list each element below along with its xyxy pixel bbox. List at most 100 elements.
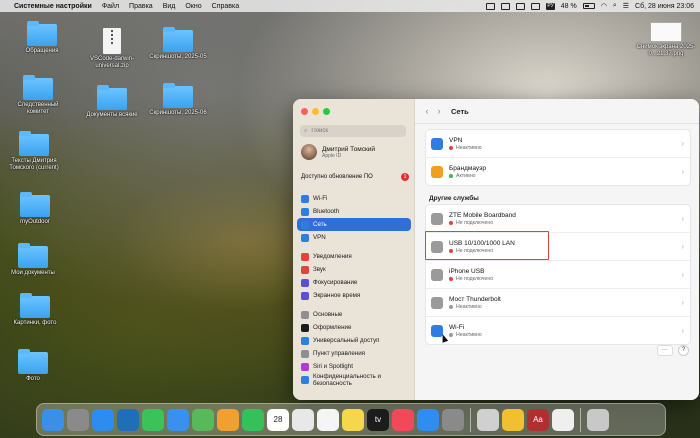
service-row[interactable]: Брандмауэр Активно ›	[426, 158, 690, 185]
wifi-status-icon[interactable]: ◠	[601, 2, 607, 10]
minimize-window-button[interactable]	[312, 108, 319, 115]
battery-icon[interactable]	[582, 3, 595, 9]
service-row[interactable]: VPN Неактивно ›	[426, 130, 690, 158]
vscode-icon[interactable]	[117, 408, 139, 431]
gear-icon	[301, 310, 309, 319]
sidebar-item[interactable]: Сеть	[297, 218, 411, 231]
sidebar-item[interactable]: Звук	[297, 263, 411, 276]
software-update-item[interactable]: Доступно обновление ПО 1	[301, 173, 409, 181]
keyboard-layout[interactable]: РУ	[546, 2, 555, 10]
sidebar-item[interactable]: Конфиденциальность и безопасность	[297, 373, 411, 387]
desktop-screenshot-file[interactable]: Снимок экрана 2025-0...21.37.png	[636, 22, 696, 58]
desktop-file[interactable]: VSCode-darwin-universal.zip	[82, 28, 142, 70]
menu-view[interactable]: Вид	[163, 3, 176, 10]
desktop-icon-label: Документы всякие	[86, 112, 138, 118]
apple-id-account[interactable]: Дмитрий Томский Apple ID	[301, 144, 375, 160]
search-icon: ⌕	[304, 127, 308, 134]
service-status-text: Активно	[456, 172, 476, 179]
status-dot-icon	[449, 173, 453, 178]
photos-icon[interactable]	[217, 408, 239, 431]
reminders-icon[interactable]	[317, 408, 339, 431]
launchpad-icon[interactable]	[67, 408, 89, 431]
service-name: Брандмауэр	[449, 164, 486, 172]
desktop-folder[interactable]: Мои документы	[3, 243, 63, 277]
forward-button[interactable]: ›	[433, 106, 445, 116]
sidebar-item-label: Фокусирование	[313, 279, 358, 286]
system-settings-icon[interactable]	[442, 408, 464, 431]
display-icon[interactable]	[501, 2, 511, 10]
sidebar-item[interactable]: Фокусирование	[297, 276, 411, 289]
desktop-folder[interactable]: Фото	[3, 349, 63, 383]
notes-icon[interactable]	[342, 408, 364, 431]
sidebar-item[interactable]: Универсальный доступ	[297, 334, 411, 347]
service-status-text: Неактивно	[456, 144, 482, 151]
menu-edit[interactable]: Правка	[129, 3, 153, 10]
back-button[interactable]: ‹	[421, 106, 433, 116]
control-center-icon[interactable]: ☰	[623, 2, 629, 10]
calendar-icon[interactable]: 28	[267, 408, 289, 431]
safari-icon[interactable]	[92, 408, 114, 431]
appletv-icon[interactable]: tv	[367, 408, 389, 431]
desktop-folder[interactable]: Следственный комитет	[8, 75, 68, 116]
zoom-window-button[interactable]	[323, 108, 330, 115]
desktop-folder[interactable]: Скриншоты, 2025-05	[148, 27, 208, 61]
service-name: Мост Thunderbolt	[449, 295, 501, 303]
chevron-right-icon: ›	[681, 139, 684, 148]
notifications-icon	[301, 252, 309, 261]
taurus-icon[interactable]	[502, 408, 524, 431]
desktop-folder[interactable]: myOutdoor	[5, 192, 65, 226]
chevron-right-icon: ›	[681, 270, 684, 279]
sidebar-item[interactable]: Экранное время	[297, 289, 411, 302]
mail-icon[interactable]	[167, 408, 189, 431]
menu-window[interactable]: Окно	[185, 3, 201, 10]
folder-icon	[27, 21, 57, 46]
finder-icon[interactable]	[42, 408, 64, 431]
menu-file[interactable]: Файл	[102, 3, 119, 10]
other-services-title: Другие службы	[429, 195, 479, 202]
help-button[interactable]: ?	[678, 345, 689, 356]
sidebar-item[interactable]: Оформление	[297, 321, 411, 334]
desktop-folder[interactable]: Картинки, фото	[5, 293, 65, 327]
page-title: Сеть	[451, 106, 469, 116]
sidebar-item[interactable]: Основные	[297, 308, 411, 321]
desktop-icon-label: Фото	[26, 376, 40, 382]
facetime-icon[interactable]	[242, 408, 264, 431]
search-icon[interactable]: ⌕	[613, 2, 617, 10]
service-row[interactable]: iPhone USB Не подключено ›	[426, 261, 690, 289]
dropbox-icon[interactable]	[516, 2, 526, 10]
dictionary-icon[interactable]: Aa	[527, 408, 549, 431]
sidebar-search[interactable]: ⌕	[300, 125, 406, 137]
desktop-folder[interactable]: Тексты Дмитрия Томского (current)	[4, 131, 64, 172]
service-row[interactable]: Wi-Fi Неактивно ›	[426, 317, 690, 344]
maps-icon[interactable]	[192, 408, 214, 431]
screen-mirroring-icon[interactable]	[486, 2, 496, 10]
appstore-icon[interactable]	[417, 408, 439, 431]
music-icon[interactable]	[392, 408, 414, 431]
close-window-button[interactable]	[301, 108, 308, 115]
sidebar-item[interactable]: Уведомления	[297, 250, 411, 263]
sidebar-item[interactable]: Bluetooth	[297, 205, 411, 218]
search-input[interactable]	[309, 127, 404, 135]
desktop-folder[interactable]: Документы всякие	[82, 85, 142, 119]
desktop-icon-label: myOutdoor	[20, 219, 50, 225]
messages-icon[interactable]	[142, 408, 164, 431]
sidebar-item[interactable]: Siri и Spotlight	[297, 360, 411, 373]
sidebar-item[interactable]: Wi-Fi	[297, 192, 411, 205]
textedit-icon[interactable]	[552, 408, 574, 431]
service-row[interactable]: Мост Thunderbolt Неактивно ›	[426, 289, 690, 317]
desktop-folder[interactable]: Обращения	[12, 21, 72, 55]
app-name-menu[interactable]: Системные настройки	[14, 3, 92, 10]
chrome-icon[interactable]	[292, 408, 314, 431]
sidebar-item[interactable]: Пункт управления	[297, 347, 411, 360]
controls-icon[interactable]	[531, 2, 541, 10]
more-actions-button[interactable]: ···	[657, 345, 673, 356]
utility-icon[interactable]	[477, 408, 499, 431]
folder-icon	[19, 131, 49, 156]
siri-icon	[301, 362, 309, 371]
clock[interactable]: Сб, 28 июня 23:06	[635, 3, 694, 10]
trash-icon[interactable]	[587, 408, 609, 431]
menu-help[interactable]: Справка	[212, 3, 239, 10]
sidebar-item[interactable]: VPN	[297, 231, 411, 244]
service-row[interactable]: ZTE Mobile Boardband Не подключено ›	[426, 205, 690, 233]
desktop-folder[interactable]: Скриншоты, 2025-06	[148, 83, 208, 117]
